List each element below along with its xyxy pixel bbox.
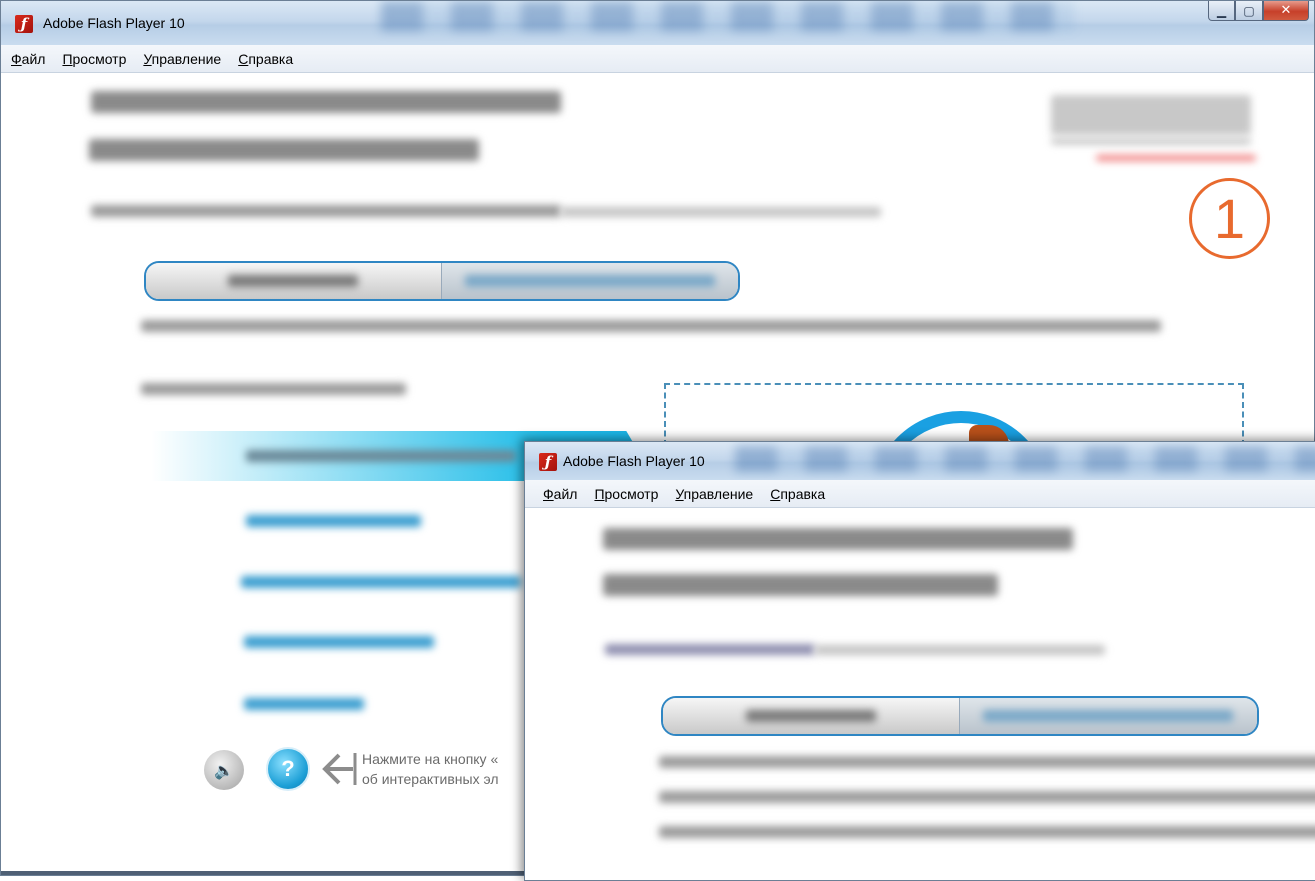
window-controls: ▁ ▢ ✕ bbox=[1208, 1, 1309, 21]
menu-view[interactable]: Просмотр bbox=[62, 51, 126, 67]
main-titlebar[interactable]: ƒ Adobe Flash Player 10 ▁ ▢ ✕ bbox=[1, 1, 1314, 45]
flash-icon: ƒ bbox=[539, 453, 557, 471]
blurred-paragraph-line-2 bbox=[659, 791, 1315, 803]
menu-file[interactable]: Файл bbox=[543, 486, 577, 502]
blurred-heading-2 bbox=[603, 574, 998, 596]
front-window: ƒ Adobe Flash Player 10 Файл Просмотр Уп… bbox=[524, 441, 1315, 881]
blurred-logo bbox=[1051, 95, 1251, 135]
close-button[interactable]: ✕ bbox=[1263, 1, 1309, 21]
list-item-4[interactable] bbox=[244, 636, 434, 648]
list-item-1[interactable] bbox=[246, 450, 516, 462]
tab-bar bbox=[661, 696, 1259, 736]
blurred-heading-1 bbox=[603, 528, 1073, 550]
step-number-badge: 1 bbox=[1189, 178, 1270, 259]
tab-application[interactable] bbox=[959, 698, 1257, 734]
list-item-5[interactable] bbox=[244, 698, 364, 710]
list-item-3[interactable] bbox=[241, 576, 521, 588]
menu-help[interactable]: Справка bbox=[770, 486, 825, 502]
blurred-paragraph-line-1 bbox=[659, 756, 1315, 768]
blurred-logo-sub bbox=[1051, 139, 1251, 144]
menu-file[interactable]: Файл bbox=[11, 51, 45, 67]
blurred-section-label bbox=[141, 383, 406, 395]
blurred-heading-1 bbox=[91, 91, 561, 113]
list-item-2[interactable] bbox=[246, 515, 421, 527]
blurred-subtitle bbox=[91, 205, 561, 217]
hint-line-1: Нажмите на кнопку « bbox=[362, 751, 499, 767]
blurred-subtitle-tail bbox=[815, 645, 1105, 655]
tab-description[interactable] bbox=[663, 698, 960, 734]
arrow-left-icon bbox=[322, 753, 357, 785]
menu-help[interactable]: Справка bbox=[238, 51, 293, 67]
flash-icon: ƒ bbox=[15, 15, 33, 33]
front-menubar: Файл Просмотр Управление Справка bbox=[525, 480, 1315, 508]
hint-line-2: об интерактивных эл bbox=[362, 771, 499, 787]
help-hint-text: Нажмите на кнопку « об интерактивных эл bbox=[362, 749, 499, 789]
front-titlebar[interactable]: ƒ Adobe Flash Player 10 bbox=[525, 442, 1315, 480]
question-icon[interactable]: ? bbox=[266, 747, 310, 791]
menu-view[interactable]: Просмотр bbox=[594, 486, 658, 502]
speaker-icon[interactable]: 🔈 bbox=[204, 750, 244, 790]
menu-control[interactable]: Управление bbox=[675, 486, 753, 502]
tab-application[interactable] bbox=[441, 263, 738, 299]
front-window-title: Adobe Flash Player 10 bbox=[563, 453, 705, 469]
maximize-button[interactable]: ▢ bbox=[1235, 1, 1263, 21]
blurred-paragraph bbox=[141, 320, 1161, 332]
minimize-button[interactable]: ▁ bbox=[1208, 1, 1235, 21]
main-window-title: Adobe Flash Player 10 bbox=[43, 15, 185, 31]
blurred-heading-2 bbox=[89, 139, 479, 161]
tab-description[interactable] bbox=[146, 263, 442, 299]
blurred-subtitle-tail bbox=[561, 207, 881, 217]
blurred-subtitle bbox=[605, 644, 815, 655]
main-menubar: Файл Просмотр Управление Справка bbox=[1, 45, 1314, 73]
tab-bar bbox=[144, 261, 740, 301]
blurred-paragraph-line-3 bbox=[659, 826, 1315, 838]
menu-control[interactable]: Управление bbox=[143, 51, 221, 67]
blurred-logo-red bbox=[1096, 155, 1256, 161]
front-content bbox=[525, 508, 1315, 880]
